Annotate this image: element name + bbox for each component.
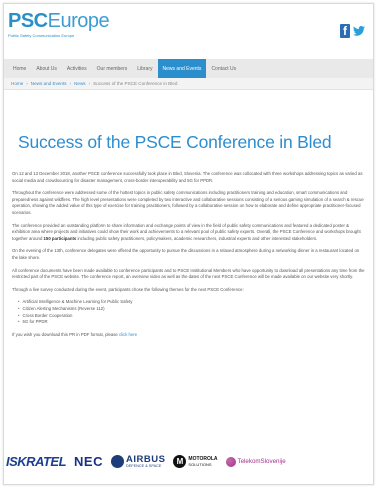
nav-home[interactable]: Home: [8, 59, 31, 78]
psce-logo[interactable]: PSCEurope Public Safety Communication Eu…: [8, 10, 110, 38]
breadcrumb-separator: ›: [88, 81, 91, 86]
participants-count: 150 participants: [43, 235, 77, 241]
page-title: Success of the PSCE Conference in Bled: [18, 132, 332, 152]
paragraph-platform-end: including public safety practitioners, p…: [76, 235, 318, 241]
logo-europe: Europe: [47, 10, 110, 32]
pdf-text: If you wish you download this PR in PDF …: [12, 331, 119, 337]
nav-about-us[interactable]: About Us: [31, 59, 62, 78]
list-item: Cross Border Cooperation: [18, 313, 365, 320]
breadcrumb: Home › News and Events › News › Success …: [4, 78, 373, 90]
twitter-icon[interactable]: [353, 24, 365, 38]
breadcrumb-separator: ›: [26, 81, 28, 86]
list-item: Artificial Intelligence & Machine Learni…: [18, 299, 365, 306]
nav-news-and-events[interactable]: News and Events: [157, 59, 207, 78]
breadcrumb-current: Success of the PSCE Conference in Bled: [93, 81, 178, 86]
airbus-name: AIRBUS: [126, 453, 166, 465]
page-frame: PSCEurope Public Safety Communication Eu…: [3, 3, 374, 485]
paragraph-pdf: If you wish you download this PR in PDF …: [12, 332, 365, 339]
site-header: PSCEurope Public Safety Communication Eu…: [4, 4, 373, 59]
main-nav: Home About Us Activities Our members Lib…: [4, 59, 373, 78]
logo-tagline: Public Safety Communication Europe: [8, 33, 75, 38]
telekom-emblem-icon: [225, 456, 236, 467]
iskratel-logo[interactable]: ISKRATEL: [6, 454, 67, 469]
motorola-logo[interactable]: M MOTOROLA SOLUTIONS: [173, 455, 218, 468]
airbus-subtitle: DEFENCE & SPACE: [126, 463, 162, 468]
topics-list: Artificial Intelligence & Machine Learni…: [12, 299, 365, 325]
list-item: Citizen Alerting Mechanisms (Reverse 112…: [18, 306, 365, 313]
paragraph-documents: All conference documents have been made …: [12, 267, 365, 280]
facebook-icon[interactable]: f: [340, 24, 350, 38]
list-item: 5G for PPDR: [18, 319, 365, 326]
paragraph-intro: On 12 and 13 December 2018, another PSCE…: [12, 171, 363, 183]
article-content: Success of the PSCE Conference in Bled O…: [4, 132, 373, 338]
logo-wordmark: PSCEurope: [8, 10, 110, 32]
airbus-logo[interactable]: AIRBUS DEFENCE & SPACE: [111, 453, 166, 468]
breadcrumb-news[interactable]: News: [74, 81, 86, 86]
paragraph-platform: The conference provided an outstanding p…: [12, 223, 365, 243]
paragraph-dinner: On the evening of the 13th, conference d…: [12, 248, 360, 260]
breadcrumb-separator: ›: [69, 81, 72, 86]
telekom-name: TelekomSlovenije: [237, 458, 286, 465]
nav-library[interactable]: Library: [132, 59, 157, 78]
social-links: f: [340, 24, 365, 38]
telekom-slovenije-logo[interactable]: TelekomSlovenije: [225, 456, 286, 467]
paragraph-survey: Through a live survey conducted during t…: [12, 286, 244, 292]
nav-our-members[interactable]: Our members: [92, 59, 133, 78]
breadcrumb-home[interactable]: Home: [11, 81, 23, 86]
nec-logo[interactable]: NEC: [74, 454, 103, 469]
motorola-emblem-icon: M: [173, 455, 187, 468]
motorola-subtitle: SOLUTIONS: [188, 461, 212, 467]
breadcrumb-news-and-events[interactable]: News and Events: [31, 81, 67, 86]
sponsor-logos: ISKRATEL NEC AIRBUS DEFENCE & SPACE M MO…: [6, 454, 286, 469]
pdf-download-link[interactable]: click here: [119, 332, 137, 337]
nav-contact-us[interactable]: Contact Us: [206, 59, 241, 78]
airbus-emblem-icon: [111, 455, 124, 468]
paragraph-topics: Throughout the conference were addressed…: [12, 190, 364, 215]
logo-psc: PSC: [8, 10, 48, 32]
nav-activities[interactable]: Activities: [62, 59, 92, 78]
